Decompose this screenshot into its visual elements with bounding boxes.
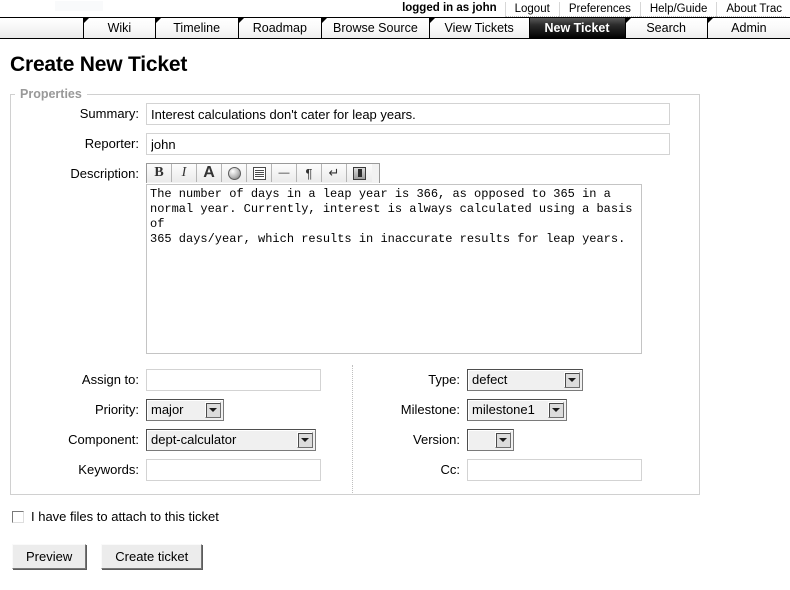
cc-label: Cc:: [440, 462, 461, 477]
chevron-down-icon: [548, 402, 564, 418]
mainnav-spacer: [0, 18, 85, 38]
milestone-label: Milestone:: [400, 402, 460, 417]
left-column: Assign to: Priority: major Component: de…: [11, 369, 352, 489]
right-column: Type: defect Milestone: milestone1 Versi…: [352, 369, 682, 489]
component-select[interactable]: dept-calculator: [146, 429, 316, 451]
tab-admin[interactable]: Admin: [707, 18, 790, 38]
version-select[interactable]: [467, 429, 514, 451]
summary-row: Summary:: [11, 103, 699, 125]
site-logo: [55, 1, 103, 11]
login-status: logged in as john: [402, 2, 497, 14]
summary-label: Summary:: [79, 106, 139, 121]
type-row: Type: defect: [362, 369, 682, 391]
assign-to-label: Assign to:: [81, 372, 139, 387]
button-row: Preview Create ticket: [10, 544, 780, 569]
tab-search[interactable]: Search: [625, 18, 708, 38]
page-title: Create New Ticket: [10, 53, 188, 76]
description-label: Description:: [70, 166, 139, 181]
milestone-select[interactable]: milestone1: [467, 399, 567, 421]
italic-icon[interactable]: I: [172, 164, 197, 182]
description-textarea[interactable]: The number of days in a leap year is 366…: [146, 184, 642, 354]
cc-row: Cc:: [362, 459, 682, 481]
bold-icon[interactable]: B: [147, 164, 172, 182]
chevron-down-icon: [205, 402, 221, 418]
attachment-label[interactable]: I have files to attach to this ticket: [31, 509, 219, 524]
assign-to-row: Assign to:: [11, 369, 352, 391]
preview-button[interactable]: Preview: [12, 544, 87, 569]
chevron-down-icon: [495, 432, 511, 448]
metanav-link-about-trac[interactable]: About Trac: [716, 1, 786, 17]
chevron-down-icon: [297, 432, 313, 448]
metanav-link-logout[interactable]: Logout: [504, 1, 559, 17]
reporter-input[interactable]: [146, 133, 670, 155]
reporter-row: Reporter:: [11, 133, 699, 155]
link-globe-icon[interactable]: [222, 164, 247, 182]
column-divider: [352, 365, 353, 493]
heading-icon[interactable]: A: [197, 164, 222, 182]
component-row: Component: dept-calculator: [11, 429, 352, 451]
type-label: Type:: [428, 372, 460, 387]
content-area: Create New Ticket Properties Summary: Re…: [0, 53, 790, 569]
version-label: Version:: [413, 432, 460, 447]
version-row: Version:: [362, 429, 682, 451]
component-value: dept-calculator: [151, 432, 237, 447]
component-label: Component:: [68, 432, 139, 447]
tab-browse-source[interactable]: Browse Source: [321, 18, 430, 38]
chevron-down-icon: [564, 372, 580, 388]
horizontal-rule-icon[interactable]: —: [272, 164, 297, 182]
keywords-row: Keywords:: [11, 459, 352, 481]
tab-roadmap[interactable]: Roadmap: [238, 18, 322, 38]
attachment-checkbox[interactable]: [12, 510, 24, 523]
tab-new-ticket[interactable]: New Ticket: [529, 18, 626, 38]
priority-label: Priority:: [94, 402, 139, 417]
metanav-link-preferences[interactable]: Preferences: [558, 1, 640, 17]
lower-fields: Assign to: Priority: major Component: de…: [11, 365, 699, 493]
metanav-link-help-guide[interactable]: Help/Guide: [639, 1, 717, 17]
properties-legend: Properties: [20, 87, 82, 101]
cc-input[interactable]: [467, 459, 642, 481]
create-ticket-button[interactable]: Create ticket: [101, 544, 203, 569]
line-break-icon[interactable]: ↵: [322, 164, 347, 182]
keywords-input[interactable]: [146, 459, 321, 481]
priority-value: major: [151, 402, 184, 417]
assign-to-input[interactable]: [146, 369, 321, 391]
tab-view-tickets[interactable]: View Tickets: [429, 18, 530, 38]
milestone-row: Milestone: milestone1: [362, 399, 682, 421]
image-icon[interactable]: [347, 164, 372, 182]
paragraph-icon[interactable]: ¶: [297, 164, 322, 182]
reporter-label: Reporter:: [84, 136, 139, 151]
properties-fieldset: Properties Summary: Reporter: Descriptio…: [10, 87, 700, 495]
wiki-toolbar: B I A — ¶ ↵: [146, 163, 380, 183]
mainnav: Wiki Timeline Roadmap Browse Source View…: [0, 17, 790, 39]
type-value: defect: [472, 372, 508, 387]
keywords-label: Keywords:: [78, 462, 139, 477]
list-icon[interactable]: [247, 164, 272, 182]
milestone-value: milestone1: [472, 402, 535, 417]
tab-timeline[interactable]: Timeline: [155, 18, 239, 38]
priority-select[interactable]: major: [146, 399, 224, 421]
attachment-row: I have files to attach to this ticket: [10, 509, 780, 524]
priority-row: Priority: major: [11, 399, 352, 421]
type-select[interactable]: defect: [467, 369, 583, 391]
metanav: logged in as john Logout Preferences Hel…: [0, 0, 790, 17]
summary-input[interactable]: [146, 103, 670, 125]
tab-wiki[interactable]: Wiki: [84, 18, 156, 38]
description-row: Description: B I A — ¶ ↵ The number of d…: [11, 163, 699, 357]
